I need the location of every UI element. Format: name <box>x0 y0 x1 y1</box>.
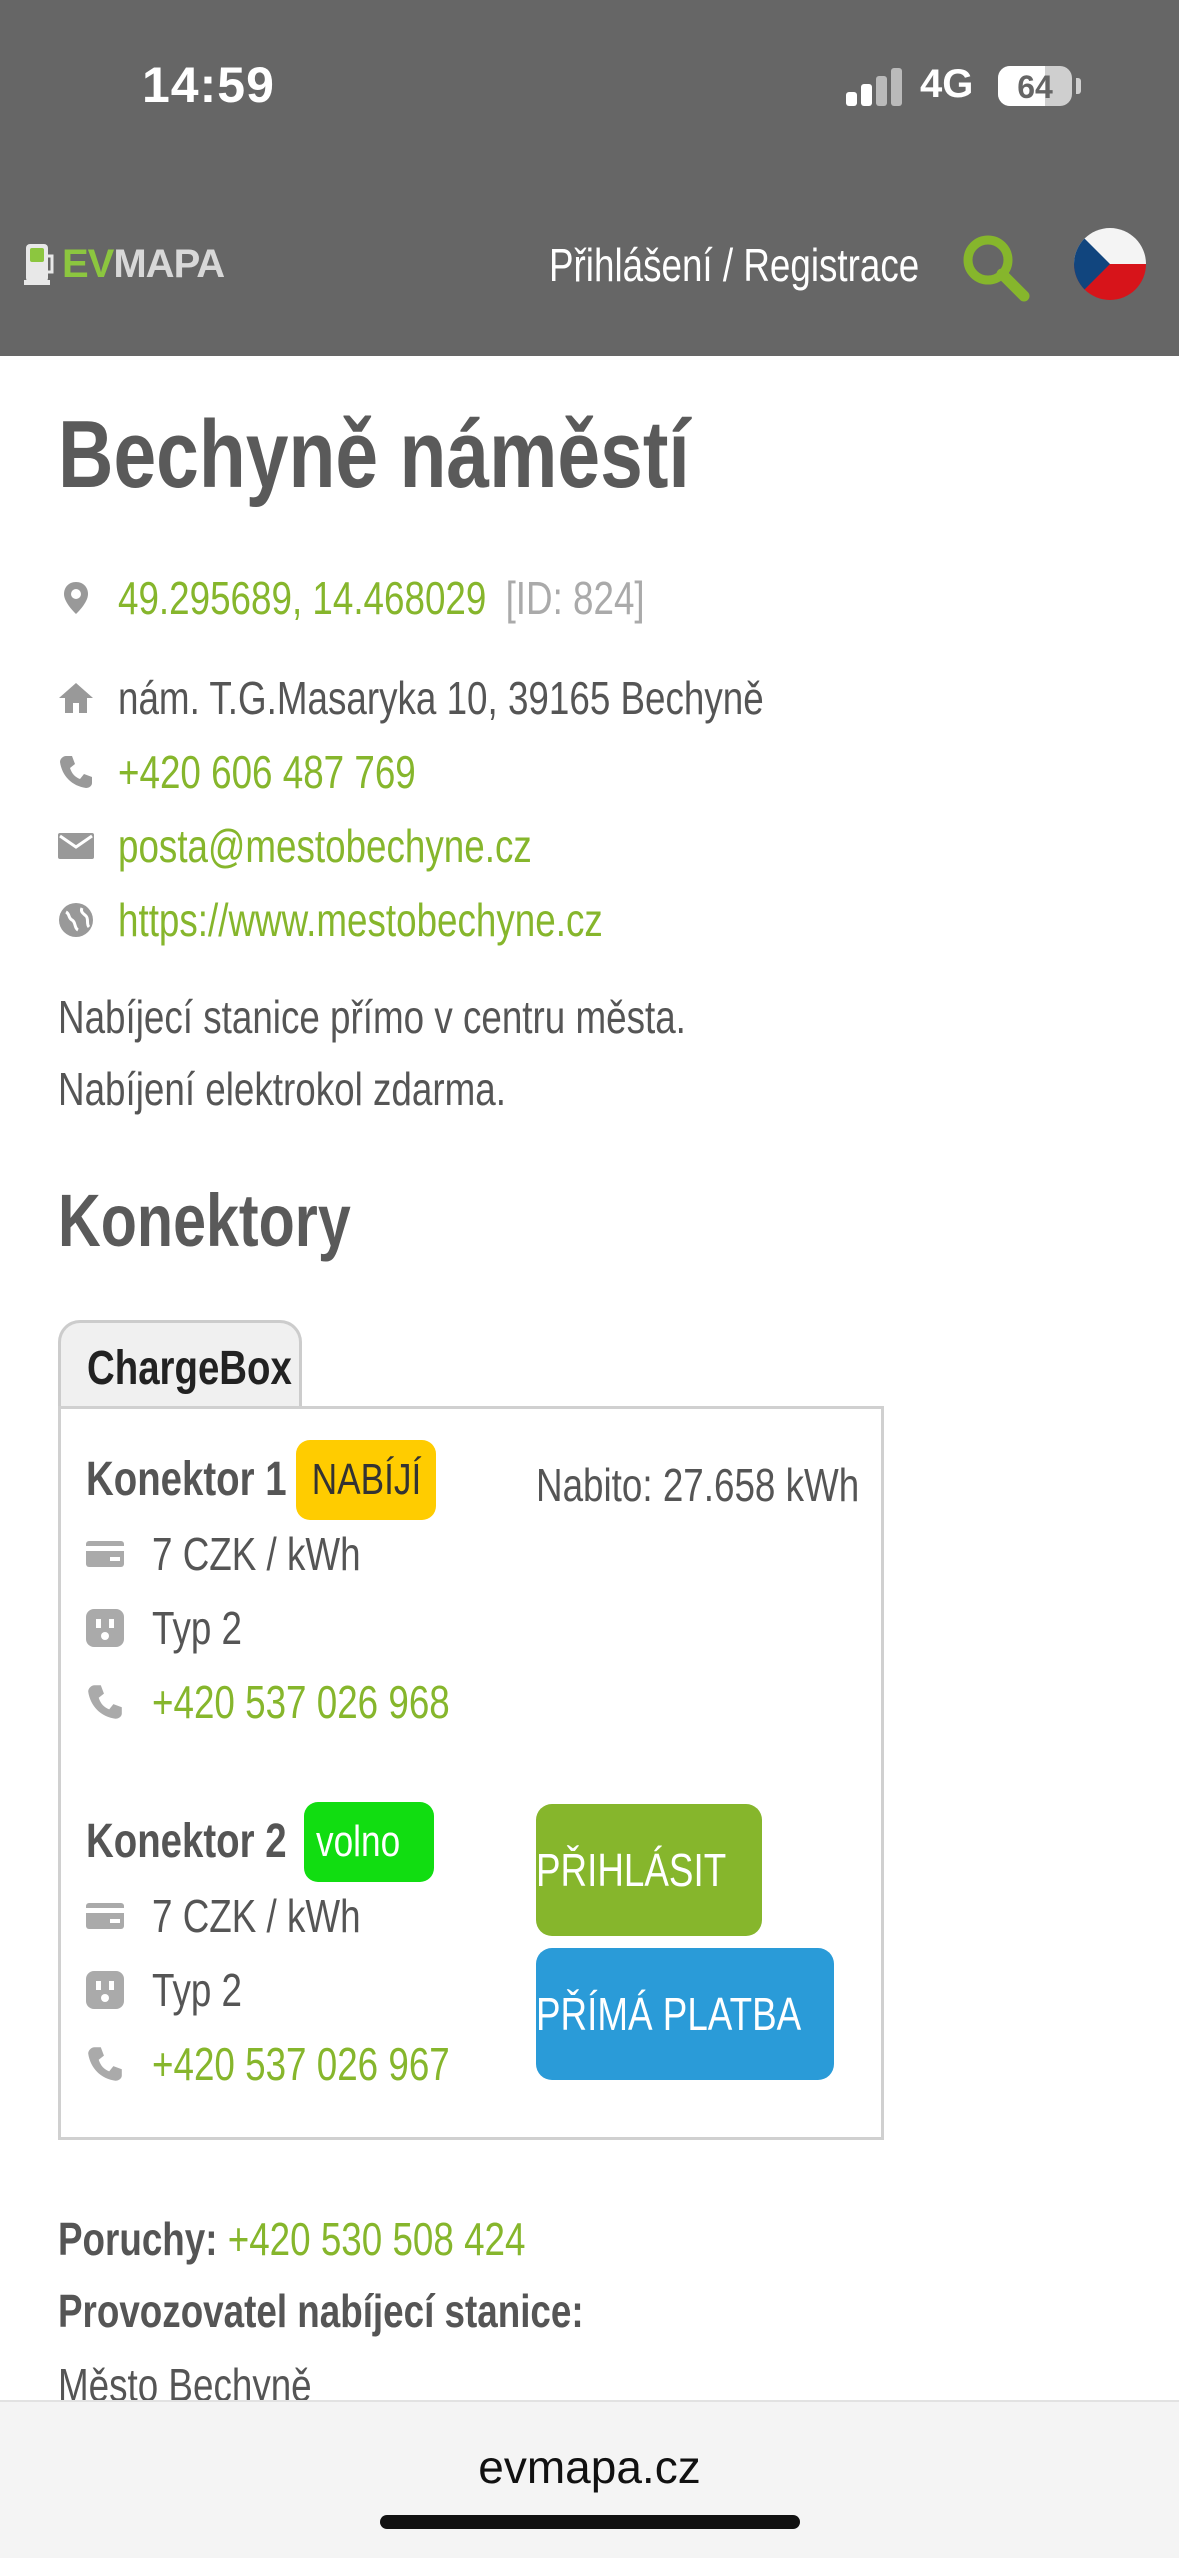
network-type: 4G <box>920 62 974 106</box>
battery-icon: 64 <box>998 66 1072 106</box>
charging-station-icon <box>22 242 56 286</box>
direct-payment-button-label: PŘÍMÁ PLATBA <box>536 1988 802 2040</box>
faults-label: Poruchy: <box>58 2213 218 2265</box>
connector-1-type: Typ 2 <box>152 1602 243 1654</box>
connector-2-type-row: Typ 2 <box>84 1960 265 2020</box>
browser-address-bar[interactable]: evmapa.cz <box>0 2400 1179 2558</box>
connector-1-phone-row: +420 537 026 968 <box>84 1672 524 1732</box>
email-row: posta@mestobechyne.cz <box>56 816 635 876</box>
direct-payment-button[interactable]: PŘÍMÁ PLATBA <box>536 1948 834 2080</box>
faults-row: Poruchy: +420 530 508 424 <box>58 2212 642 2266</box>
coordinates-link[interactable]: 49.295689, 14.468029 <box>118 572 486 624</box>
browser-url[interactable]: evmapa.cz <box>0 2440 1179 2494</box>
website-link[interactable]: https://www.mestobechyne.cz <box>118 893 603 947</box>
top-header: 14:59 4G 64 EVMAPA Přihlášení / Registra… <box>0 0 1179 356</box>
station-title: Bechyně náměstí <box>58 401 690 508</box>
mail-icon <box>58 833 94 859</box>
czech-flag-icon[interactable] <box>1074 228 1146 300</box>
phone-icon <box>60 756 92 788</box>
globe-icon <box>59 903 93 937</box>
faults-phone-link[interactable]: +420 530 508 424 <box>228 2213 526 2265</box>
battery-tip <box>1076 78 1081 94</box>
tab-chargebox[interactable]: ChargeBox <box>58 1320 302 1408</box>
connector-2-type: Typ 2 <box>152 1964 243 2016</box>
connector-2-name: Konektor 2 <box>86 1815 287 1868</box>
connector-1-price-row: 7 CZK / kWh <box>84 1524 413 1584</box>
logo-mapa: MAPA <box>113 241 225 286</box>
description-line-2: Nabíjení elektrokol zdarma. <box>58 1063 506 1115</box>
phone-icon <box>88 2047 122 2081</box>
connector-1-price: 7 CZK / kWh <box>152 1528 361 1580</box>
connector-1-charged-energy: Nabito: 27.658 kWh <box>536 1459 860 1511</box>
connector-2-price: 7 CZK / kWh <box>152 1890 361 1942</box>
connector-1-status-badge: NABÍJÍ <box>296 1440 436 1520</box>
logo-ev: EV <box>62 241 114 286</box>
login-button-label: PŘIHLÁSIT <box>536 1844 727 1896</box>
connector-2-phone-row: +420 537 026 967 <box>84 2034 524 2094</box>
tab-chargebox-label: ChargeBox <box>87 1342 292 1395</box>
website-row: https://www.mestobechyne.cz <box>56 890 724 950</box>
battery-percent: 64 <box>1017 69 1053 105</box>
login-register-label: Přihlášení / Registrace <box>549 239 920 291</box>
signal-icon <box>846 66 904 106</box>
connectors-heading: Konektory <box>58 1179 351 1262</box>
home-indicator[interactable] <box>380 2515 800 2529</box>
connector-1-type-row: Typ 2 <box>84 1598 265 1658</box>
home-icon <box>59 683 93 713</box>
station-phone-link[interactable]: +420 606 487 769 <box>118 745 416 799</box>
operator-label: Provozovatel nabíjecí stanice: <box>58 2285 584 2337</box>
evmapa-logo[interactable]: EVMAPA <box>22 236 225 292</box>
search-icon[interactable] <box>958 230 1032 304</box>
status-time: 14:59 <box>142 57 275 113</box>
credit-card-icon <box>86 1903 124 1929</box>
address-text: nám. T.G.Masaryka 10, 39165 Bechyně <box>118 672 764 724</box>
plug-socket-icon <box>86 1609 124 1647</box>
connector-2-price-row: 7 CZK / kWh <box>84 1886 413 1946</box>
credit-card-icon <box>86 1541 124 1567</box>
login-register-link[interactable]: Přihlášení / Registrace <box>549 238 1012 292</box>
connector-2-phone-link[interactable]: +420 537 026 967 <box>152 2037 450 2091</box>
connector-2-status-badge: volno <box>304 1802 434 1882</box>
description-line-1: Nabíjecí stanice přímo v centru města. <box>58 991 686 1043</box>
coordinates-row: 49.295689, 14.468029 [ID: 824] <box>56 568 776 628</box>
phone-icon <box>88 1685 122 1719</box>
station-id: [ID: 824] <box>505 572 645 624</box>
plug-socket-icon <box>86 1971 124 2009</box>
connector-1-phone-link[interactable]: +420 537 026 968 <box>152 1675 450 1729</box>
email-link[interactable]: posta@mestobechyne.cz <box>118 819 532 873</box>
phone-row: +420 606 487 769 <box>56 742 490 802</box>
login-button[interactable]: PŘIHLÁSIT <box>536 1804 762 1936</box>
address-row: nám. T.G.Masaryka 10, 39165 Bechyně <box>56 668 925 728</box>
location-pin-icon <box>64 582 88 614</box>
